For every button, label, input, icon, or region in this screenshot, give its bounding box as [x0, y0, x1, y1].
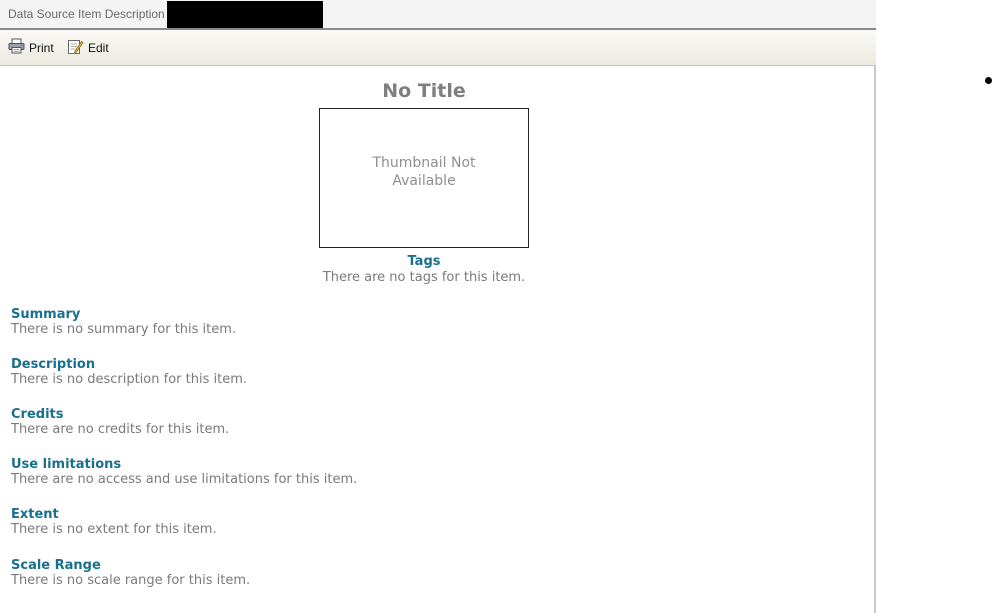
bullet-marker: [985, 77, 992, 84]
printer-icon: [8, 38, 25, 58]
section-heading: Scale Range: [11, 558, 101, 573]
edit-label: Edit: [88, 41, 109, 55]
section-description: Description There is no description for …: [11, 357, 247, 387]
window-titlebar: Data Source Item Description: [0, 0, 876, 30]
redacted-region: [167, 1, 323, 28]
section-heading: Description: [11, 357, 96, 372]
item-description-window: Data Source Item Description Print Edit …: [0, 0, 876, 613]
window-title: Data Source Item Description: [8, 7, 165, 21]
print-label: Print: [29, 41, 54, 55]
thumbnail-text: Thumbnail Not Available: [372, 155, 476, 189]
edit-icon: [67, 38, 84, 59]
section-use-limitations: Use limitations There are no access and …: [11, 457, 357, 487]
section-text: There is no summary for this item.: [11, 322, 237, 337]
section-heading: Extent: [11, 507, 59, 522]
section-text: There are no credits for this item.: [11, 422, 230, 437]
section-extent: Extent There is no extent for this item.: [11, 507, 217, 537]
section-heading: Use limitations: [11, 457, 122, 472]
section-summary: Summary There is no summary for this ite…: [11, 307, 236, 337]
section-text: There is no extent for this item.: [11, 522, 217, 537]
section-text: There are no access and use limitations …: [11, 472, 358, 487]
section-heading: Credits: [11, 407, 64, 422]
section-heading: Summary: [11, 307, 81, 322]
item-description-content: No Title Thumbnail Not Available Tags Th…: [0, 66, 874, 613]
section-credits: Credits There are no credits for this it…: [11, 407, 229, 437]
print-button[interactable]: Print: [8, 38, 54, 58]
toolbar: Print Edit: [0, 30, 876, 66]
thumbnail-placeholder: Thumbnail Not Available: [319, 108, 529, 248]
section-text: There is no description for this item.: [11, 372, 247, 387]
tags-heading: Tags: [407, 254, 441, 269]
edit-button[interactable]: Edit: [67, 39, 109, 57]
tags-text: There are no tags for this item.: [322, 270, 526, 285]
section-text: There is no scale range for this item.: [11, 573, 251, 588]
item-title: No Title: [382, 80, 466, 102]
section-scale-range: Scale Range There is no scale range for …: [11, 558, 250, 588]
